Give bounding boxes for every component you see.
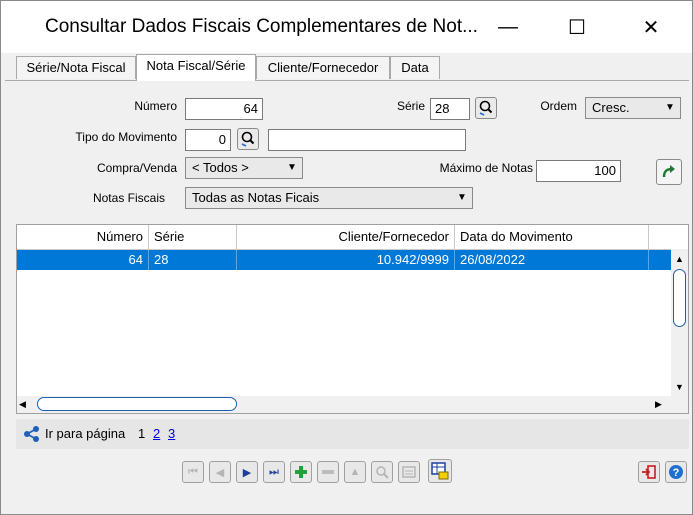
column-header-numero[interactable]: Número bbox=[17, 225, 149, 249]
app-window: Consultar Dados Fiscais Complementares d… bbox=[0, 0, 693, 515]
previous-icon: ◀ bbox=[215, 466, 225, 479]
vertical-scroll-thumb[interactable] bbox=[673, 269, 686, 327]
close-button[interactable]: ✕ bbox=[628, 5, 674, 49]
compra-venda-value: < Todos > bbox=[192, 160, 249, 175]
tab-cliente-fornecedor[interactable]: Cliente/Fornecedor bbox=[256, 56, 390, 79]
scroll-left-icon[interactable]: ◀ bbox=[19, 396, 33, 413]
first-icon: ⏮ bbox=[188, 465, 198, 478]
next-icon: ▶ bbox=[242, 466, 252, 479]
numero-label: Número bbox=[134, 99, 177, 113]
previous-record-button[interactable]: ◀ bbox=[209, 461, 231, 483]
ordem-select-value: Cresc. bbox=[592, 100, 630, 115]
magnifier-icon bbox=[479, 100, 493, 116]
cell-serie: 28 bbox=[149, 250, 237, 270]
tab-data[interactable]: Data bbox=[390, 56, 440, 79]
scroll-down-icon[interactable]: ▼ bbox=[671, 377, 688, 397]
notas-fiscais-label: Notas Fiscais bbox=[92, 191, 165, 205]
ordem-label: Ordem bbox=[540, 99, 577, 113]
table-export-icon bbox=[431, 462, 449, 480]
column-header-cliente[interactable]: Cliente/Fornecedor bbox=[237, 225, 455, 249]
tab-serie-nota-fiscal[interactable]: Série/Nota Fiscal bbox=[16, 56, 136, 79]
page-current: 1 bbox=[138, 426, 146, 441]
cell-cliente: 10.942/9999 bbox=[237, 250, 455, 270]
next-record-button[interactable]: ▶ bbox=[236, 461, 258, 483]
grid-header: Número Série Cliente/Fornecedor Data do … bbox=[17, 225, 688, 250]
scroll-right-icon[interactable]: ▶ bbox=[655, 396, 669, 413]
refresh-button[interactable] bbox=[656, 159, 682, 185]
add-record-button[interactable] bbox=[290, 461, 312, 483]
chevron-down-icon: ▼ bbox=[287, 162, 297, 173]
share-nodes-icon bbox=[24, 426, 39, 442]
help-button[interactable]: ? bbox=[665, 461, 687, 483]
last-icon: ⏭ bbox=[269, 465, 279, 478]
minus-icon bbox=[322, 470, 334, 474]
minimize-button[interactable]: — bbox=[485, 5, 531, 49]
serie-input[interactable]: 28 bbox=[430, 98, 470, 120]
pagination-bar: Ir para página 1 2 3 bbox=[16, 419, 689, 449]
tipo-movimento-input[interactable]: 0 bbox=[185, 129, 231, 151]
cell-numero: 64 bbox=[17, 250, 149, 270]
first-record-button[interactable]: ⏮ bbox=[182, 461, 204, 483]
plus-icon bbox=[295, 466, 307, 478]
results-grid[interactable]: Número Série Cliente/Fornecedor Data do … bbox=[16, 224, 689, 414]
window-title: Consultar Dados Fiscais Complementares d… bbox=[45, 16, 478, 37]
form-icon bbox=[402, 466, 416, 478]
vertical-scrollbar[interactable]: ▲ ▼ bbox=[671, 249, 688, 397]
page-link-2[interactable]: 2 bbox=[153, 426, 160, 441]
last-record-button[interactable]: ⏭ bbox=[263, 461, 285, 483]
chevron-down-icon: ▼ bbox=[457, 192, 467, 203]
numero-input[interactable]: 64 bbox=[185, 98, 263, 120]
column-header-data[interactable]: Data do Movimento bbox=[455, 225, 649, 249]
title-bar: Consultar Dados Fiscais Complementares d… bbox=[1, 1, 692, 53]
ordem-select[interactable]: Cresc. ▼ bbox=[585, 97, 681, 119]
notas-fiscais-select[interactable]: Todas as Notas Ficais ▼ bbox=[185, 187, 473, 209]
horizontal-scroll-thumb[interactable] bbox=[37, 397, 237, 411]
magnifier-icon bbox=[376, 466, 389, 479]
table-row[interactable]: 64 28 10.942/9999 26/08/2022 bbox=[17, 250, 671, 270]
tab-nota-fiscal-serie[interactable]: Nota Fiscal/Série bbox=[136, 54, 256, 81]
form-view-button[interactable] bbox=[398, 461, 420, 483]
export-button[interactable] bbox=[428, 459, 452, 483]
maximo-notas-input[interactable]: 100 bbox=[536, 160, 621, 182]
delete-record-button[interactable] bbox=[317, 461, 339, 483]
cell-data: 26/08/2022 bbox=[455, 250, 649, 270]
page-link-3[interactable]: 3 bbox=[168, 426, 175, 441]
triangle-up-icon: ▲ bbox=[349, 466, 361, 478]
compra-venda-select[interactable]: < Todos > ▼ bbox=[185, 157, 303, 179]
compra-venda-label: Compra/Venda bbox=[96, 161, 177, 175]
redo-arrow-icon bbox=[662, 165, 675, 178]
magnifier-icon bbox=[241, 131, 255, 147]
tipo-movimento-label: Tipo do Movimento bbox=[75, 130, 177, 144]
exit-button[interactable] bbox=[638, 461, 660, 483]
tipo-movimento-description bbox=[268, 129, 466, 151]
scroll-up-icon[interactable]: ▲ bbox=[671, 249, 688, 269]
svg-text:?: ? bbox=[673, 467, 680, 479]
chevron-down-icon: ▼ bbox=[665, 102, 675, 113]
exit-door-icon bbox=[642, 465, 656, 479]
edit-record-button[interactable]: ▲ bbox=[344, 461, 366, 483]
serie-search-button[interactable] bbox=[475, 97, 497, 119]
column-header-serie[interactable]: Série bbox=[149, 225, 237, 249]
go-to-page-label: Ir para página bbox=[45, 426, 126, 441]
tipo-movimento-search-button[interactable] bbox=[237, 128, 259, 150]
help-icon: ? bbox=[669, 465, 683, 479]
serie-label: Série bbox=[396, 99, 425, 113]
horizontal-scrollbar[interactable]: ◀ ▶ bbox=[17, 396, 688, 413]
maximo-notas-label: Máximo de Notas bbox=[439, 161, 533, 175]
notas-fiscais-value: Todas as Notas Ficais bbox=[192, 190, 320, 205]
maximize-button[interactable]: ☐ bbox=[554, 5, 600, 49]
search-record-button[interactable] bbox=[371, 461, 393, 483]
tab-divider bbox=[5, 80, 689, 81]
